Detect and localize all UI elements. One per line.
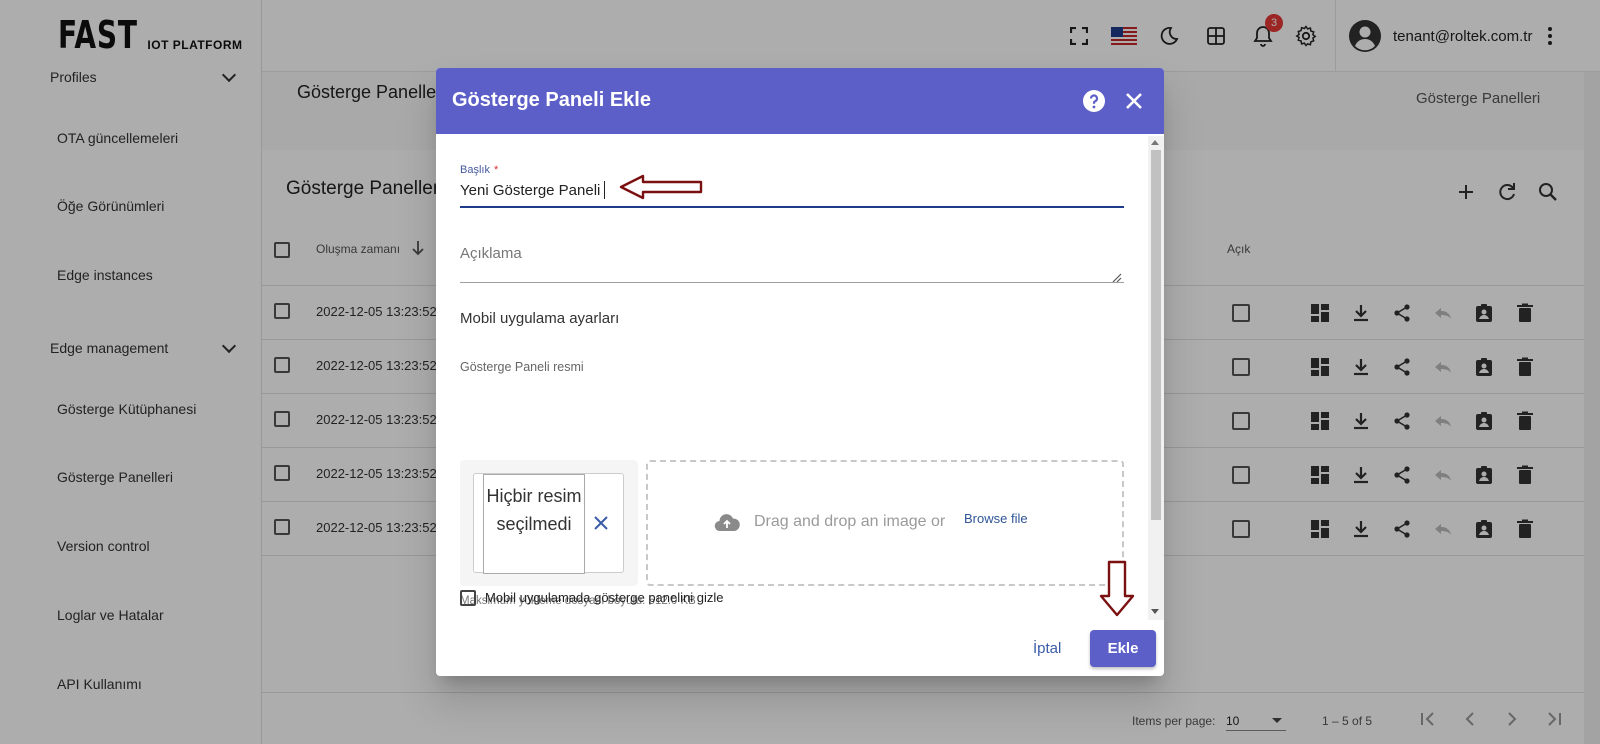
drag-drop-text: Drag and drop an image or xyxy=(754,513,946,530)
scroll-down-icon[interactable] xyxy=(1151,609,1159,614)
image-label: Gösterge Paneli resmi xyxy=(460,360,584,374)
no-image-text: Hiçbir resim seçilmedi xyxy=(483,474,585,574)
image-preview: Hiçbir resim seçilmedi xyxy=(460,460,638,586)
resize-handle-icon[interactable] xyxy=(1112,270,1122,288)
annotation-arrow-left xyxy=(619,174,703,200)
dialog-title: Gösterge Paneli Ekle xyxy=(452,89,651,111)
image-preview-card: Hiçbir resim seçilmedi xyxy=(473,473,624,574)
mobile-settings-heading: Mobil uygulama ayarları xyxy=(460,310,620,327)
description-underline xyxy=(460,282,1124,283)
title-underline xyxy=(460,206,1124,208)
scroll-up-icon[interactable] xyxy=(1151,140,1159,145)
clear-image-icon[interactable] xyxy=(592,514,610,537)
dialog-scrollbar[interactable] xyxy=(1148,136,1164,620)
description-placeholder: Açıklama xyxy=(460,245,522,262)
required-mark: * xyxy=(494,164,499,176)
title-field-label: Başlık xyxy=(460,164,490,176)
add-button[interactable]: Ekle xyxy=(1090,630,1156,667)
hide-on-mobile-label[interactable]: Mobil uygulamada gösterge panelini gizle xyxy=(485,590,723,605)
image-drop-zone[interactable]: Drag and drop an image or Browse file xyxy=(646,460,1124,586)
cloud-upload-icon xyxy=(714,512,740,537)
add-dashboard-dialog: Gösterge Paneli Ekle Başlık * Yeni Göste… xyxy=(436,68,1164,676)
close-icon[interactable] xyxy=(1124,91,1144,111)
dialog-header: Gösterge Paneli Ekle xyxy=(436,68,1164,134)
cancel-button[interactable]: İptal xyxy=(1033,640,1061,657)
annotation-arrow-down xyxy=(1099,560,1135,617)
help-icon[interactable] xyxy=(1082,89,1106,113)
add-button-label: Ekle xyxy=(1107,640,1139,657)
title-input[interactable]: Yeni Gösterge Paneli xyxy=(460,182,600,199)
browse-file-link[interactable]: Browse file xyxy=(964,511,1028,526)
text-cursor xyxy=(604,181,605,199)
dialog-body: Başlık * Yeni Gösterge Paneli Açıklama M… xyxy=(436,134,1152,614)
hide-on-mobile-checkbox[interactable] xyxy=(460,590,476,606)
dialog-scroll-thumb[interactable] xyxy=(1151,150,1161,520)
